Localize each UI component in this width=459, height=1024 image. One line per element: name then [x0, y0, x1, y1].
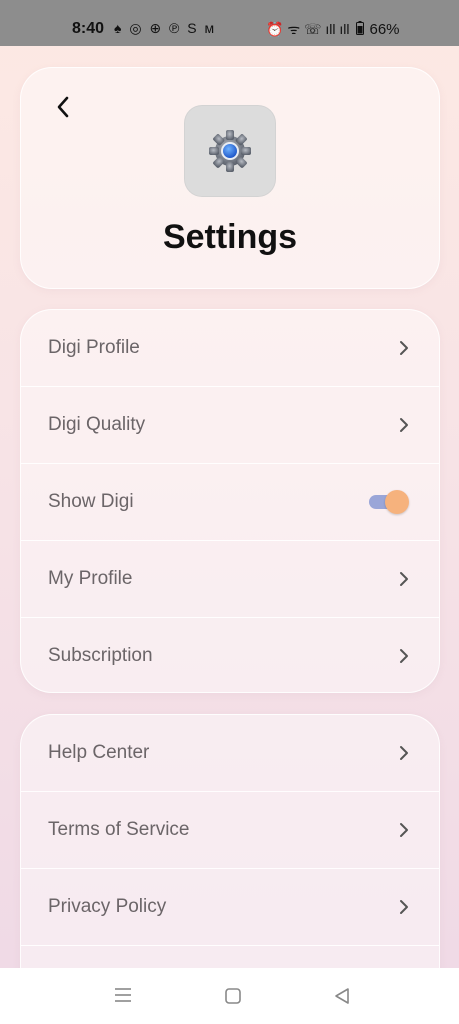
home-icon[interactable] — [223, 986, 245, 1006]
menu-item-show-digi: Show Digi — [21, 464, 439, 541]
menu-item-label: Help Center — [48, 742, 150, 763]
system-status-icons: ⏰ ᯤ ☏ ıll ıll 66% — [266, 20, 400, 39]
menu-item-label: Digi Quality — [48, 414, 146, 435]
menu-item-terms-of-service[interactable]: Terms of Service — [21, 792, 439, 869]
menu-item-my-profile[interactable]: My Profile — [21, 541, 439, 618]
notification-icons: ♠ ◎ ⊕ ℗ S ᴍ — [114, 20, 217, 36]
status-bar: 8:40 ♠ ◎ ⊕ ℗ S ᴍ ⏰ ᯤ ☏ ıll ıll 66% — [0, 0, 459, 46]
gear-icon — [209, 130, 251, 172]
menu-item-help-center[interactable]: Help Center — [21, 715, 439, 792]
battery-percent: 66% — [369, 21, 400, 38]
back-button[interactable] — [51, 96, 75, 120]
menu-item-privacy-policy[interactable]: Privacy Policy — [21, 869, 439, 946]
show-digi-toggle[interactable] — [369, 490, 409, 514]
menu-item-subscription[interactable]: Subscription — [21, 618, 439, 694]
settings-app-icon — [184, 105, 276, 197]
menu-icon[interactable] — [113, 986, 135, 1006]
menu-item-label: Digi Profile — [48, 337, 140, 358]
settings-header-card: Settings — [20, 67, 440, 289]
toggle-knob — [385, 490, 409, 514]
chevron-right-icon — [397, 821, 411, 839]
menu-item-label: Terms of Service — [48, 819, 190, 840]
chevron-right-icon — [397, 744, 411, 762]
chevron-right-icon — [397, 339, 411, 357]
back-triangle-icon[interactable] — [332, 986, 354, 1006]
menu-item-label: Subscription — [48, 645, 153, 666]
menu-item-digi-quality[interactable]: Digi Quality — [21, 387, 439, 464]
chevron-left-icon — [57, 96, 69, 118]
system-navigation-bar — [0, 968, 459, 1024]
settings-menu-group-2: Help Center Terms of Service Privacy Pol… — [20, 714, 440, 1005]
chevron-right-icon — [397, 898, 411, 916]
menu-item-label: Privacy Policy — [48, 896, 167, 917]
chevron-right-icon — [397, 647, 411, 665]
page-title: Settings — [162, 218, 298, 256]
battery-icon — [355, 21, 364, 38]
chevron-right-icon — [397, 570, 411, 588]
status-time: 8:40 — [72, 20, 105, 37]
chevron-right-icon — [397, 416, 411, 434]
menu-item-label: Show Digi — [48, 491, 134, 512]
menu-item-label: My Profile — [48, 568, 133, 589]
menu-item-digi-profile[interactable]: Digi Profile — [21, 310, 439, 387]
status-icons: ⏰ ᯤ ☏ ıll ıll — [266, 21, 350, 37]
settings-menu-group-1: Digi Profile Digi Quality Show Digi My P… — [20, 309, 440, 693]
